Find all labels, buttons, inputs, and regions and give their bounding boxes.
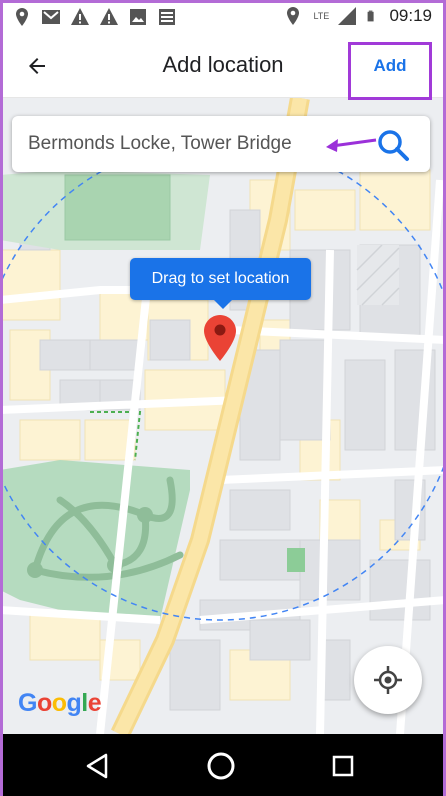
arrow-annotation-icon <box>326 138 377 152</box>
network-type: LTE <box>313 10 330 21</box>
google-logo-letter: g <box>66 689 82 717</box>
nav-home-button[interactable] <box>204 749 238 783</box>
google-logo-letter: G <box>18 689 37 717</box>
location-icon <box>287 7 300 25</box>
map-view[interactable] <box>0 98 446 734</box>
google-logo-letter: e <box>87 689 102 717</box>
add-button-label: Add <box>373 56 407 75</box>
search-bar[interactable] <box>12 116 430 172</box>
add-button[interactable]: Add <box>348 42 432 100</box>
square-recents-icon <box>332 755 354 777</box>
location-icon <box>16 8 28 26</box>
status-bar: LTE 09:19 <box>0 0 446 34</box>
search-icon[interactable] <box>376 128 410 162</box>
news-icon <box>159 9 175 25</box>
app-bar: Add location Add <box>0 34 446 100</box>
image-icon <box>130 9 146 25</box>
google-logo-letter: o <box>36 689 52 717</box>
my-location-button[interactable] <box>354 646 422 714</box>
nav-back-button[interactable] <box>80 749 114 783</box>
system-nav-bar <box>0 734 446 796</box>
gmail-icon <box>42 10 60 24</box>
circle-home-icon <box>207 752 235 780</box>
google-logo-letter: o <box>51 689 67 717</box>
map-canvas[interactable] <box>0 98 446 734</box>
google-logo: Google <box>18 689 102 718</box>
map-pin-icon[interactable] <box>203 314 237 362</box>
crosshair-icon <box>374 666 402 694</box>
alert-icon <box>100 8 118 25</box>
drag-tooltip: Drag to set location <box>130 258 311 309</box>
battery-icon <box>368 10 375 22</box>
signal-icon <box>338 7 357 25</box>
clock: 09:19 <box>389 6 432 25</box>
triangle-back-icon <box>86 753 108 779</box>
alert-icon <box>71 8 89 25</box>
nav-recents-button[interactable] <box>326 749 360 783</box>
search-input[interactable] <box>28 133 328 155</box>
